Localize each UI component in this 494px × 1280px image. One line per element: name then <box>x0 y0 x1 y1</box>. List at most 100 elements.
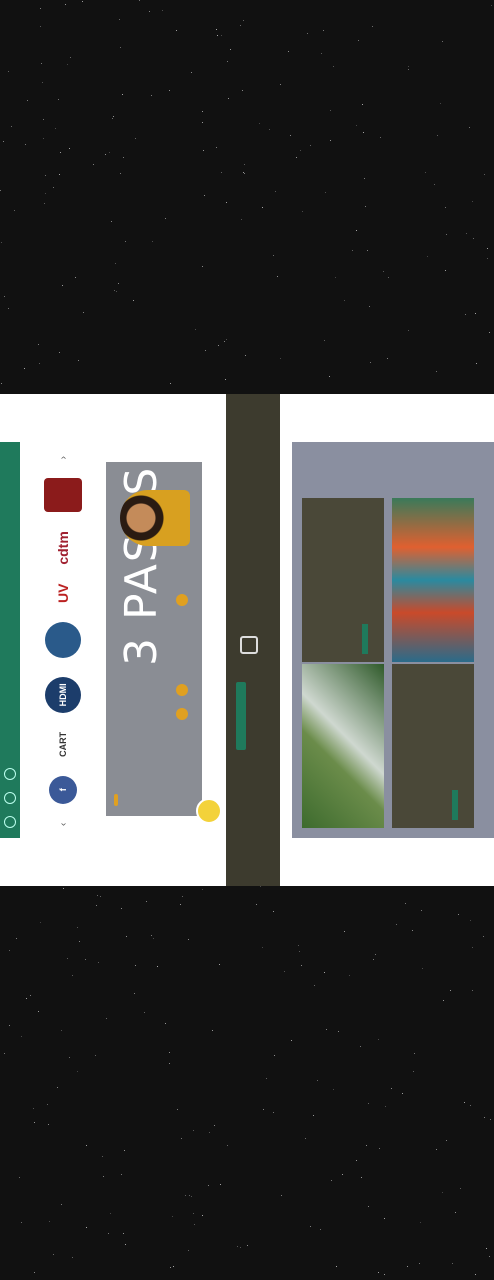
card-4[interactable] <box>392 498 474 662</box>
star <box>24 368 25 369</box>
star <box>338 1031 339 1032</box>
star <box>486 1248 487 1249</box>
star <box>458 914 459 915</box>
star <box>358 40 359 41</box>
card-3-cta[interactable] <box>452 790 458 820</box>
star <box>82 1 83 2</box>
star <box>379 1148 380 1149</box>
star <box>240 1247 241 1248</box>
banner-tag <box>114 794 118 806</box>
star <box>437 135 438 136</box>
star <box>269 129 270 130</box>
star <box>466 233 467 234</box>
card-1[interactable] <box>302 664 384 828</box>
star <box>26 998 27 999</box>
star <box>288 51 289 52</box>
star <box>122 94 123 95</box>
star <box>475 313 476 314</box>
star <box>356 1160 357 1161</box>
star <box>202 1215 203 1216</box>
hdmi-logo[interactable]: HDMI <box>45 676 81 713</box>
star <box>191 72 192 73</box>
star <box>173 1266 174 1267</box>
star <box>298 945 299 946</box>
star <box>49 1221 50 1222</box>
round-logo[interactable] <box>45 621 81 658</box>
star <box>21 1222 22 1223</box>
strip-button[interactable] <box>236 682 246 750</box>
star <box>78 360 79 361</box>
star <box>369 306 370 307</box>
star <box>256 904 257 905</box>
star <box>44 203 45 204</box>
star <box>106 1018 107 1019</box>
star <box>408 69 409 70</box>
star <box>384 1274 385 1275</box>
star <box>75 277 76 278</box>
card-2[interactable] <box>302 498 384 662</box>
star <box>368 1103 369 1104</box>
star <box>112 118 113 119</box>
cards-section <box>292 442 494 838</box>
star <box>45 193 46 194</box>
facebook-logo[interactable]: f <box>49 775 77 804</box>
star <box>470 920 471 921</box>
star <box>388 277 389 278</box>
card-3[interactable] <box>392 664 474 828</box>
cartel-logo[interactable]: CART <box>43 732 83 757</box>
user-icon[interactable] <box>4 816 16 828</box>
carousel-prev-icon[interactable]: ‹ <box>58 823 69 826</box>
star <box>34 1272 35 1273</box>
star <box>324 972 325 973</box>
star <box>176 30 177 31</box>
star <box>224 341 225 342</box>
star <box>330 110 331 111</box>
univalle-logo[interactable]: UV <box>43 584 83 603</box>
star <box>245 355 246 356</box>
star <box>113 116 114 117</box>
star <box>139 0 140 1</box>
star <box>43 119 44 120</box>
star <box>310 145 311 146</box>
cdtm-logo[interactable]: cdtm <box>43 531 83 564</box>
star <box>53 1254 54 1255</box>
star <box>313 1115 314 1116</box>
star <box>40 26 41 27</box>
star <box>326 1029 327 1030</box>
star <box>321 53 322 54</box>
star <box>69 1057 70 1058</box>
star <box>491 5 492 6</box>
star <box>373 959 374 960</box>
star <box>188 939 189 940</box>
star <box>452 1263 453 1264</box>
carousel-next-icon[interactable]: › <box>58 456 69 459</box>
star <box>320 1229 321 1230</box>
shield-logo[interactable] <box>44 478 82 513</box>
star <box>19 1177 20 1178</box>
star <box>475 1274 476 1275</box>
star <box>39 363 40 364</box>
star <box>450 990 451 991</box>
star <box>149 11 150 12</box>
star <box>277 276 278 277</box>
question-icon[interactable] <box>4 792 16 804</box>
globe-icon[interactable] <box>4 768 16 780</box>
star <box>330 140 331 141</box>
star <box>336 1266 337 1267</box>
card-2-cta[interactable] <box>362 624 368 654</box>
star <box>299 951 300 952</box>
star <box>1 242 2 243</box>
star <box>41 63 42 64</box>
star <box>8 308 9 309</box>
star <box>77 927 78 928</box>
star <box>422 968 423 969</box>
star <box>172 1216 173 1217</box>
hero-banner[interactable]: 3 PASOS <box>106 462 202 816</box>
star <box>110 1213 111 1214</box>
star <box>188 1250 189 1251</box>
star <box>421 910 422 911</box>
step-dot-3 <box>176 594 188 606</box>
star <box>195 329 196 330</box>
floating-widget-icon[interactable] <box>196 798 222 824</box>
star <box>487 258 488 259</box>
